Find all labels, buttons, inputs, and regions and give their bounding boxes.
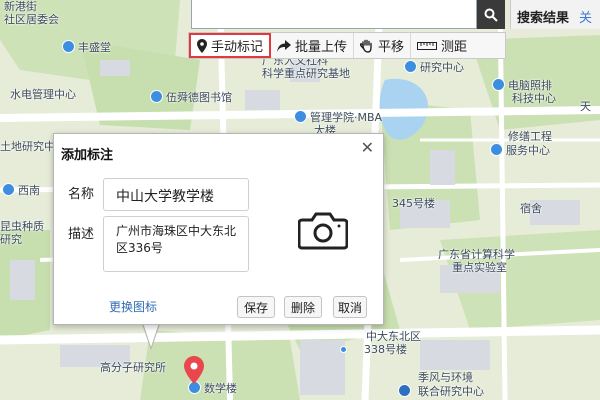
description-field[interactable]: 广州市海珠区中大东北区336号 — [103, 216, 249, 272]
search-button[interactable] — [477, 0, 505, 29]
name-field[interactable]: 中山大学教学楼 — [103, 178, 249, 211]
map-label-fengsheng[interactable]: 丰盛堂 — [62, 40, 111, 54]
map-label-zhongda338[interactable]: 中大东北区 338号楼 — [340, 330, 421, 356]
map-label-jisuan[interactable]: 广东省计算科学 重点实验室 — [438, 248, 515, 274]
building-poi-icon — [492, 78, 505, 91]
pin-icon — [197, 38, 207, 53]
map-label-yanjiu[interactable]: 研究中心 — [404, 60, 464, 74]
camera-icon[interactable] — [298, 210, 348, 250]
building-poi-icon — [2, 183, 15, 196]
parking-icon — [398, 384, 411, 397]
dialog-pointer-fill — [143, 323, 159, 347]
map-label-tian[interactable]: 天 — [580, 100, 591, 113]
map-label-community[interactable]: 新港街 社区居委会 — [4, 0, 59, 26]
save-button[interactable]: 保存 — [237, 296, 275, 318]
map-label-gaofenzi[interactable]: 高分子研究所 — [100, 361, 166, 374]
add-annotation-dialog: 添加标注 ✕ 名称 中山大学教学楼 描述 广州市海珠区中大东北区336号 更换图… — [53, 133, 384, 325]
map-label-diannao[interactable]: 电脑照排 科技中心 — [492, 78, 556, 105]
manual-mark-button[interactable]: 手动标记 — [189, 33, 272, 58]
dialog-title: 添加标注 — [61, 148, 114, 163]
map-label-kunchong[interactable]: 昆虫种质 研究 — [0, 220, 44, 246]
map-label-jifeng[interactable]: 季风与环境 联合研究中心 — [398, 371, 484, 398]
library-poi-icon — [150, 90, 163, 103]
map-label-xinan[interactable]: 西南 — [2, 183, 40, 197]
map-toolbar: 手动标记 批量上传 平移 测距 — [188, 32, 506, 59]
ruler-icon — [417, 41, 438, 50]
delete-button[interactable]: 删除 — [284, 296, 322, 318]
tab-search-results[interactable]: 搜索结果关 — [510, 0, 600, 29]
close-icon[interactable]: ✕ — [361, 140, 374, 156]
building-poi-icon — [404, 60, 417, 73]
building-poi-icon — [340, 346, 347, 353]
measure-distance-button[interactable]: 测距 — [411, 33, 473, 58]
map-label-wuxiande[interactable]: 伍舜德图书馆 — [150, 90, 232, 104]
search-input[interactable] — [191, 0, 477, 29]
batch-upload-button[interactable]: 批量上传 — [271, 33, 355, 58]
map-label-sushe[interactable]: 宿舍 — [520, 202, 542, 215]
building-poi-icon — [294, 110, 307, 123]
map-label-xiushan[interactable]: 修缮工程 服务中心 — [490, 130, 552, 157]
description-label: 描述 — [68, 227, 95, 242]
building-poi-icon — [62, 40, 75, 53]
pan-button[interactable]: 平移 — [354, 33, 412, 58]
search-icon — [484, 8, 498, 22]
tab-next[interactable]: 关 — [579, 11, 592, 26]
building-poi-icon — [490, 143, 503, 156]
map-label-xiaodian[interactable]: 水电管理中心 — [10, 88, 76, 101]
name-label: 名称 — [68, 187, 95, 202]
hand-icon — [360, 39, 372, 53]
cancel-button[interactable]: 取消 — [333, 296, 367, 318]
red-map-marker-icon[interactable] — [184, 356, 204, 384]
map-label-345[interactable]: 345号楼 — [392, 197, 435, 210]
share-arrow-icon — [277, 39, 292, 52]
change-icon-link[interactable]: 更换图标 — [109, 298, 157, 315]
